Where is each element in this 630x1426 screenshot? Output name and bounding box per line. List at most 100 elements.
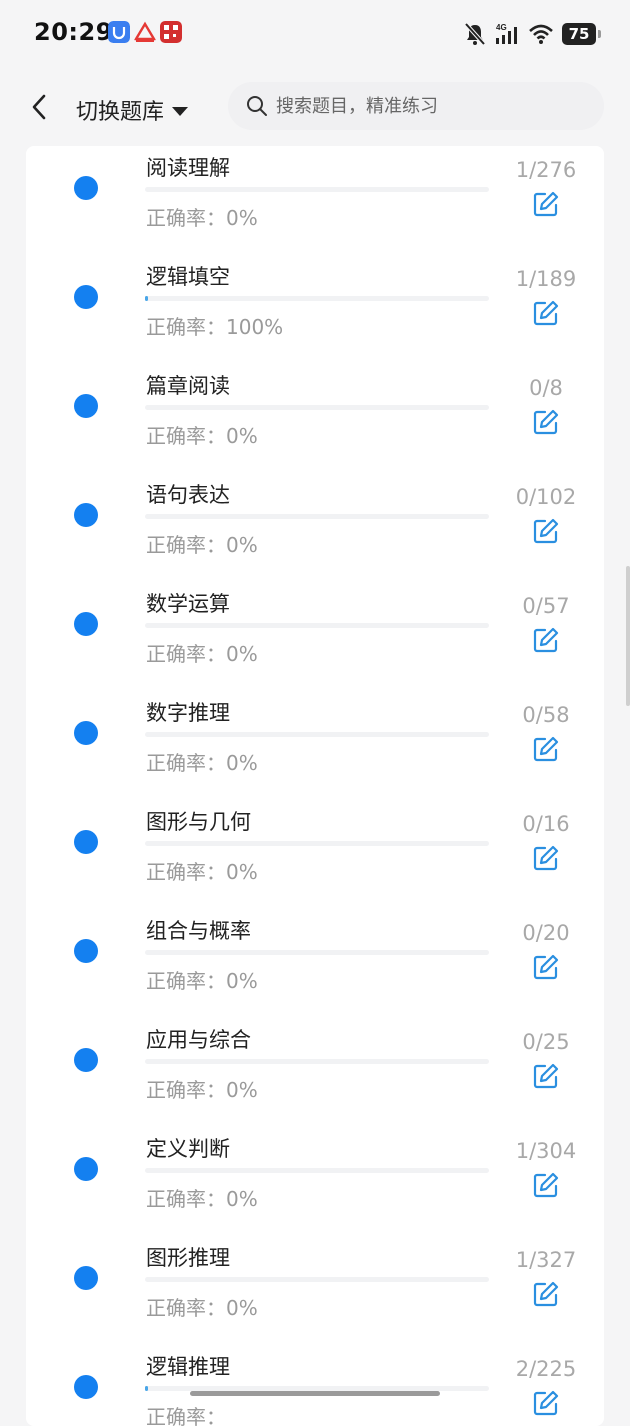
accuracy-label: 正确率： <box>146 860 226 884</box>
item-name: 数学运算 <box>146 592 230 616</box>
status-dot <box>74 285 98 309</box>
item-count: 0/57 <box>522 594 570 618</box>
edit-icon[interactable] <box>532 735 560 763</box>
list-item[interactable]: 定义判断 正确率：0% 1/304 <box>26 1127 604 1236</box>
accuracy-label: 正确率： <box>146 642 226 666</box>
item-count: 0/20 <box>522 921 570 945</box>
list-item[interactable]: 图形推理 正确率：0% 1/327 <box>26 1236 604 1345</box>
status-dot <box>74 1375 98 1399</box>
accuracy-label: 正确率： <box>146 315 226 339</box>
item-name: 组合与概率 <box>146 919 251 943</box>
status-time: 20:29 <box>34 18 113 46</box>
progress-track <box>145 187 489 192</box>
search-icon <box>247 96 267 116</box>
item-count: 0/25 <box>522 1030 570 1054</box>
item-count: 1/276 <box>515 158 577 182</box>
item-count: 0/58 <box>522 703 570 727</box>
search-input[interactable] <box>274 94 578 118</box>
accuracy-value: 0% <box>226 860 258 884</box>
item-name: 应用与综合 <box>146 1028 251 1052</box>
switch-bank-button[interactable]: 切换题库 <box>76 94 189 126</box>
progress-track <box>145 841 489 846</box>
item-count: 1/304 <box>515 1139 577 1163</box>
item-count: 0/8 <box>529 376 563 400</box>
item-count: 0/16 <box>522 812 570 836</box>
status-bar: 20:29 4G 75 <box>0 0 630 68</box>
accuracy: 正确率：0% <box>146 856 258 885</box>
list-item[interactable]: 图形与几何 正确率：0% 0/16 <box>26 800 604 909</box>
item-name: 图形推理 <box>146 1246 230 1270</box>
accuracy: 正确率：0% <box>146 965 258 994</box>
list-item[interactable]: 篇章阅读 正确率：0% 0/8 <box>26 364 604 473</box>
progress-track <box>145 405 489 410</box>
accuracy: 正确率：0% <box>146 202 258 231</box>
accuracy-value: 0% <box>226 1078 258 1102</box>
status-dot <box>74 176 98 200</box>
progress-track <box>145 1059 489 1064</box>
item-name: 数字推理 <box>146 701 230 725</box>
accuracy: 正确率：0% <box>146 1292 258 1321</box>
status-dot <box>74 1266 98 1290</box>
item-count: 2/225 <box>515 1357 577 1381</box>
accuracy-label: 正确率： <box>146 424 226 448</box>
list-item[interactable]: 应用与综合 正确率：0% 0/25 <box>26 1018 604 1127</box>
signal-icon: 4G <box>496 23 517 44</box>
app-qr-icon <box>160 21 182 43</box>
status-dot <box>74 830 98 854</box>
item-count: 1/327 <box>515 1248 577 1272</box>
accuracy-label: 正确率： <box>146 206 226 230</box>
item-name: 图形与几何 <box>146 810 251 834</box>
accuracy-value: 0% <box>226 1296 258 1320</box>
status-dot <box>74 503 98 527</box>
progress-fill <box>145 1386 149 1391</box>
item-name: 逻辑推理 <box>146 1355 230 1379</box>
accuracy: 正确率：0% <box>146 1074 258 1103</box>
accuracy-value: 0% <box>226 751 258 775</box>
wifi-icon <box>529 24 553 44</box>
accuracy-value: 0% <box>226 206 258 230</box>
edit-icon[interactable] <box>532 517 560 545</box>
accuracy-label: 正确率： <box>146 969 226 993</box>
edit-icon[interactable] <box>532 1171 560 1199</box>
edit-icon[interactable] <box>532 299 560 327</box>
edit-icon[interactable] <box>532 844 560 872</box>
accuracy-label: 正确率： <box>146 1187 226 1211</box>
edit-icon[interactable] <box>532 953 560 981</box>
accuracy: 正确率：0% <box>146 529 258 558</box>
list-item[interactable]: 组合与概率 正确率：0% 0/20 <box>26 909 604 1018</box>
item-count: 0/102 <box>515 485 577 509</box>
header: 切换题库 <box>0 68 630 146</box>
list-item[interactable]: 逻辑推理 正确率： 2/225 <box>26 1345 604 1426</box>
accuracy-value: 0% <box>226 424 258 448</box>
item-name: 逻辑填空 <box>146 265 230 289</box>
accuracy-value: 0% <box>226 969 258 993</box>
network-label: 4G <box>496 23 507 32</box>
progress-fill <box>145 296 149 301</box>
status-dot <box>74 721 98 745</box>
status-dot <box>74 1157 98 1181</box>
edit-icon[interactable] <box>532 1062 560 1090</box>
item-count: 1/189 <box>515 267 577 291</box>
edit-icon[interactable] <box>532 1280 560 1308</box>
list-item[interactable]: 语句表达 正确率：0% 0/102 <box>26 473 604 582</box>
accuracy-label: 正确率： <box>146 1078 226 1102</box>
home-indicator[interactable] <box>190 1391 440 1396</box>
scrollbar[interactable] <box>626 566 630 706</box>
edit-icon[interactable] <box>532 626 560 654</box>
accuracy-value: 0% <box>226 533 258 557</box>
list-item[interactable]: 逻辑填空 正确率：100% 1/189 <box>26 255 604 364</box>
edit-icon[interactable] <box>532 1389 560 1417</box>
accuracy: 正确率：100% <box>146 311 283 340</box>
accuracy-value: 100% <box>226 315 284 339</box>
search-box[interactable] <box>228 82 604 130</box>
list-item[interactable]: 阅读理解 正确率：0% 1/276 <box>26 146 604 255</box>
edit-icon[interactable] <box>532 190 560 218</box>
item-name: 阅读理解 <box>146 156 230 180</box>
back-button[interactable] <box>26 90 54 124</box>
list-item[interactable]: 数字推理 正确率：0% 0/58 <box>26 691 604 800</box>
accuracy: 正确率：0% <box>146 747 258 776</box>
edit-icon[interactable] <box>532 408 560 436</box>
battery-icon: 75 <box>562 23 601 45</box>
list-item[interactable]: 数学运算 正确率：0% 0/57 <box>26 582 604 691</box>
accuracy: 正确率：0% <box>146 420 258 449</box>
